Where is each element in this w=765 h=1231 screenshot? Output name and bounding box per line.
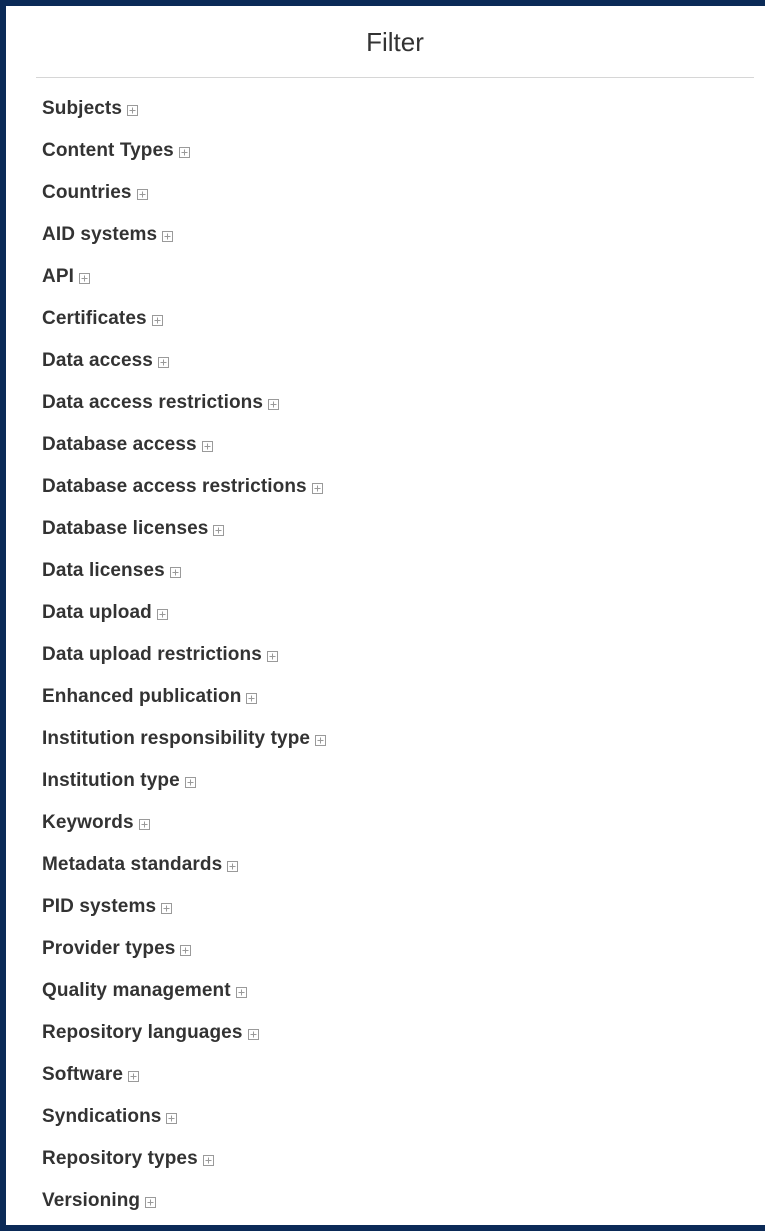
filter-item-pid-systems[interactable]: PID systems (42, 886, 326, 928)
filter-title: Filter (366, 27, 424, 57)
filter-label: Versioning (42, 1190, 141, 1211)
filter-item-data-licenses[interactable]: Data licenses (42, 550, 326, 592)
expand-plus-icon[interactable] (128, 1070, 140, 1082)
expand-plus-icon[interactable] (266, 650, 278, 662)
expand-plus-icon[interactable] (213, 524, 225, 536)
expand-plus-icon[interactable] (268, 398, 280, 410)
filter-label: API (42, 266, 74, 287)
filter-item-repository-types[interactable]: Repository types (42, 1138, 326, 1180)
expand-plus-icon[interactable] (157, 356, 169, 368)
filter-label: Certificates (42, 308, 147, 329)
expand-plus-icon[interactable] (202, 1154, 214, 1166)
title-divider (36, 77, 754, 78)
filter-label: Provider types (42, 938, 176, 959)
filter-item-metadata-standards[interactable]: Metadata standards (42, 844, 326, 886)
expand-plus-icon[interactable] (227, 860, 239, 872)
expand-plus-icon[interactable] (235, 986, 247, 998)
expand-plus-icon[interactable] (201, 440, 213, 452)
filter-label: Data upload restrictions (42, 644, 262, 665)
filter-label: Institution responsibility type (42, 728, 311, 749)
filter-label: Data upload (42, 602, 152, 623)
filter-label: Institution type (42, 770, 180, 791)
filter-label: Database access (42, 434, 197, 455)
filter-item-repository-languages[interactable]: Repository languages (42, 1012, 326, 1054)
filter-label: Data licenses (42, 560, 165, 581)
filter-label: Data access restrictions (42, 392, 264, 413)
filter-item-content-types[interactable]: Content Types (42, 130, 326, 172)
expand-plus-icon[interactable] (151, 314, 163, 326)
filter-item-data-access-restrictions[interactable]: Data access restrictions (42, 382, 326, 424)
expand-plus-icon[interactable] (169, 566, 181, 578)
filter-label: Repository languages (42, 1022, 243, 1043)
filter-item-institution-responsibility-type[interactable]: Institution responsibility type (42, 718, 327, 760)
expand-plus-icon[interactable] (180, 944, 192, 956)
filter-label: Enhanced publication (42, 686, 242, 707)
expand-plus-icon[interactable] (184, 776, 196, 788)
filter-label: Repository types (42, 1148, 198, 1169)
filter-item-certificates[interactable]: Certificates (42, 298, 326, 340)
filter-label: Software (42, 1064, 124, 1085)
filter-panel: Filter Subjects Content Types Countries AID… (0, 0, 765, 1231)
expand-plus-icon[interactable] (136, 188, 148, 200)
filter-label: Syndications (42, 1106, 162, 1127)
filter-item-database-licenses[interactable]: Database licenses (42, 508, 326, 550)
expand-plus-icon[interactable] (156, 608, 168, 620)
filter-item-keywords[interactable]: Keywords (42, 802, 326, 844)
expand-plus-icon[interactable] (145, 1196, 157, 1208)
filter-item-api[interactable]: API (42, 256, 326, 298)
filter-label: Content Types (42, 140, 174, 161)
filter-list: Subjects Content Types Countries AID system… (42, 88, 327, 1222)
filter-label: Countries (42, 182, 132, 203)
expand-plus-icon[interactable] (178, 146, 190, 158)
filter-item-institution-type[interactable]: Institution type (42, 760, 326, 802)
filter-label: Metadata standards (42, 854, 223, 875)
filter-item-aid-systems[interactable]: AID systems (42, 214, 326, 256)
filter-item-enhanced-publication[interactable]: Enhanced publication (42, 676, 326, 718)
filter-item-subjects[interactable]: Subjects (42, 88, 326, 130)
filter-item-countries[interactable]: Countries (42, 172, 326, 214)
filter-item-database-access[interactable]: Database access (42, 424, 326, 466)
filter-item-versioning[interactable]: Versioning (42, 1180, 326, 1222)
filter-item-provider-types[interactable]: Provider types (42, 928, 326, 970)
filter-label: AID systems (42, 224, 158, 245)
filter-label: PID systems (42, 896, 157, 917)
expand-plus-icon[interactable] (166, 1112, 178, 1124)
filter-item-data-upload-restrictions[interactable]: Data upload restrictions (42, 634, 326, 676)
expand-plus-icon[interactable] (138, 818, 150, 830)
filter-label: Database access restrictions (42, 476, 307, 497)
filter-item-quality-management[interactable]: Quality management (42, 970, 326, 1012)
expand-plus-icon[interactable] (315, 734, 327, 746)
filter-item-syndications[interactable]: Syndications (42, 1096, 326, 1138)
expand-plus-icon[interactable] (246, 692, 258, 704)
filter-label: Quality management (42, 980, 231, 1001)
filter-label: Keywords (42, 812, 134, 833)
filter-label: Subjects (42, 98, 122, 119)
expand-plus-icon[interactable] (127, 104, 138, 116)
filter-item-software[interactable]: Software (42, 1054, 326, 1096)
expand-plus-icon[interactable] (161, 902, 173, 914)
expand-plus-icon[interactable] (247, 1028, 259, 1040)
filter-item-data-access[interactable]: Data access (42, 340, 326, 382)
expand-plus-icon[interactable] (78, 272, 90, 284)
filter-label: Data access (42, 350, 153, 371)
filter-label: Database licenses (42, 518, 209, 539)
filter-item-database-access-restrictions[interactable]: Database access restrictions (42, 466, 326, 508)
expand-plus-icon[interactable] (311, 482, 323, 494)
expand-plus-icon[interactable] (162, 230, 174, 242)
filter-item-data-upload[interactable]: Data upload (42, 592, 326, 634)
